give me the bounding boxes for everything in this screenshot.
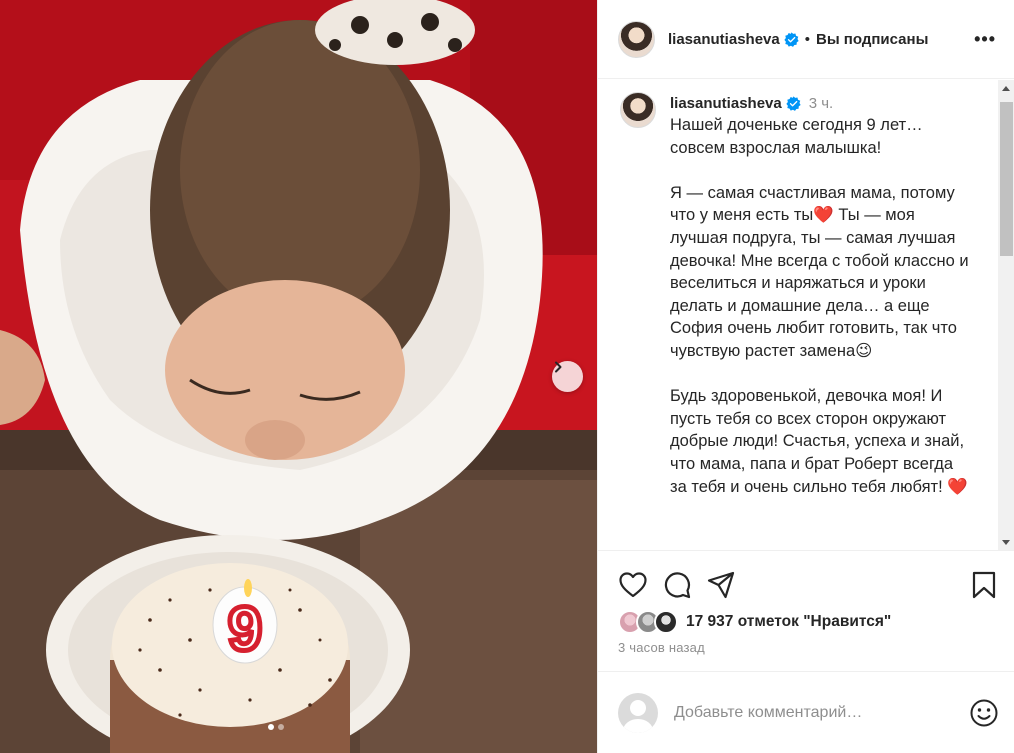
carousel-next-button[interactable] xyxy=(552,361,583,392)
carousel-dot-active xyxy=(268,724,274,730)
liked-by-avatars[interactable] xyxy=(618,610,678,634)
more-options-button[interactable]: ••• xyxy=(974,29,996,50)
scroll-thumb[interactable] xyxy=(1000,102,1013,256)
share-icon xyxy=(707,571,735,599)
comment-icon xyxy=(664,572,691,599)
scroll-up-arrow[interactable] xyxy=(1002,86,1010,91)
verified-badge-icon xyxy=(784,31,799,47)
comment-input[interactable] xyxy=(674,703,934,722)
caption-text: Нашей доченьке сегодня 9 лет… совсем взр… xyxy=(670,116,969,496)
caption-body: liasanutiasheva 3 ч. Нашей доченьке сего… xyxy=(670,92,970,498)
post-header: liasanutiasheva • Вы подписаны ••• xyxy=(598,0,1014,79)
emoji-icon[interactable] xyxy=(969,698,999,728)
comments-area: liasanutiasheva 3 ч. Нашей доченьке сего… xyxy=(598,80,1014,551)
author-username[interactable]: liasanutiasheva xyxy=(668,31,780,48)
comment-button[interactable] xyxy=(662,570,692,600)
add-comment-bar xyxy=(598,671,1014,753)
scroll-down-arrow[interactable] xyxy=(1002,540,1010,545)
heart-icon xyxy=(619,572,647,598)
chevron-right-icon xyxy=(555,361,562,373)
caption-header: liasanutiasheva 3 ч. xyxy=(670,92,970,114)
comments-scrollbar[interactable] xyxy=(998,80,1014,550)
caption-author-avatar[interactable] xyxy=(620,92,656,128)
caption-username[interactable]: liasanutiasheva xyxy=(670,95,782,112)
photo-illustration: 9 xyxy=(0,0,597,753)
share-button[interactable] xyxy=(706,570,736,600)
carousel-indicator xyxy=(268,724,284,730)
likes-count[interactable]: 17 937 отметок "Нравится" xyxy=(686,613,891,631)
author-avatar[interactable] xyxy=(618,20,655,58)
post-photo: 9 xyxy=(0,0,597,753)
save-button[interactable] xyxy=(969,570,999,600)
verified-badge-icon xyxy=(786,95,801,111)
caption-time[interactable]: 3 ч. xyxy=(809,95,834,112)
bookmark-icon xyxy=(972,571,996,599)
separator-dot: • xyxy=(804,30,810,48)
following-status-button[interactable]: Вы подписаны xyxy=(816,31,928,48)
liked-by-avatar[interactable] xyxy=(654,610,678,634)
post-timestamp[interactable]: 3 часов назад xyxy=(618,640,705,655)
svg-text:9: 9 xyxy=(228,595,262,664)
post-panel: liasanutiasheva • Вы подписаны ••• liasa… xyxy=(597,0,1014,753)
carousel-dot xyxy=(278,724,284,730)
post-caption: liasanutiasheva 3 ч. Нашей доченьке сего… xyxy=(598,80,1014,498)
current-user-avatar xyxy=(618,692,658,733)
likes-row: 17 937 отметок "Нравится" xyxy=(618,608,891,636)
like-button[interactable] xyxy=(618,570,648,600)
post-actions xyxy=(598,565,1014,605)
